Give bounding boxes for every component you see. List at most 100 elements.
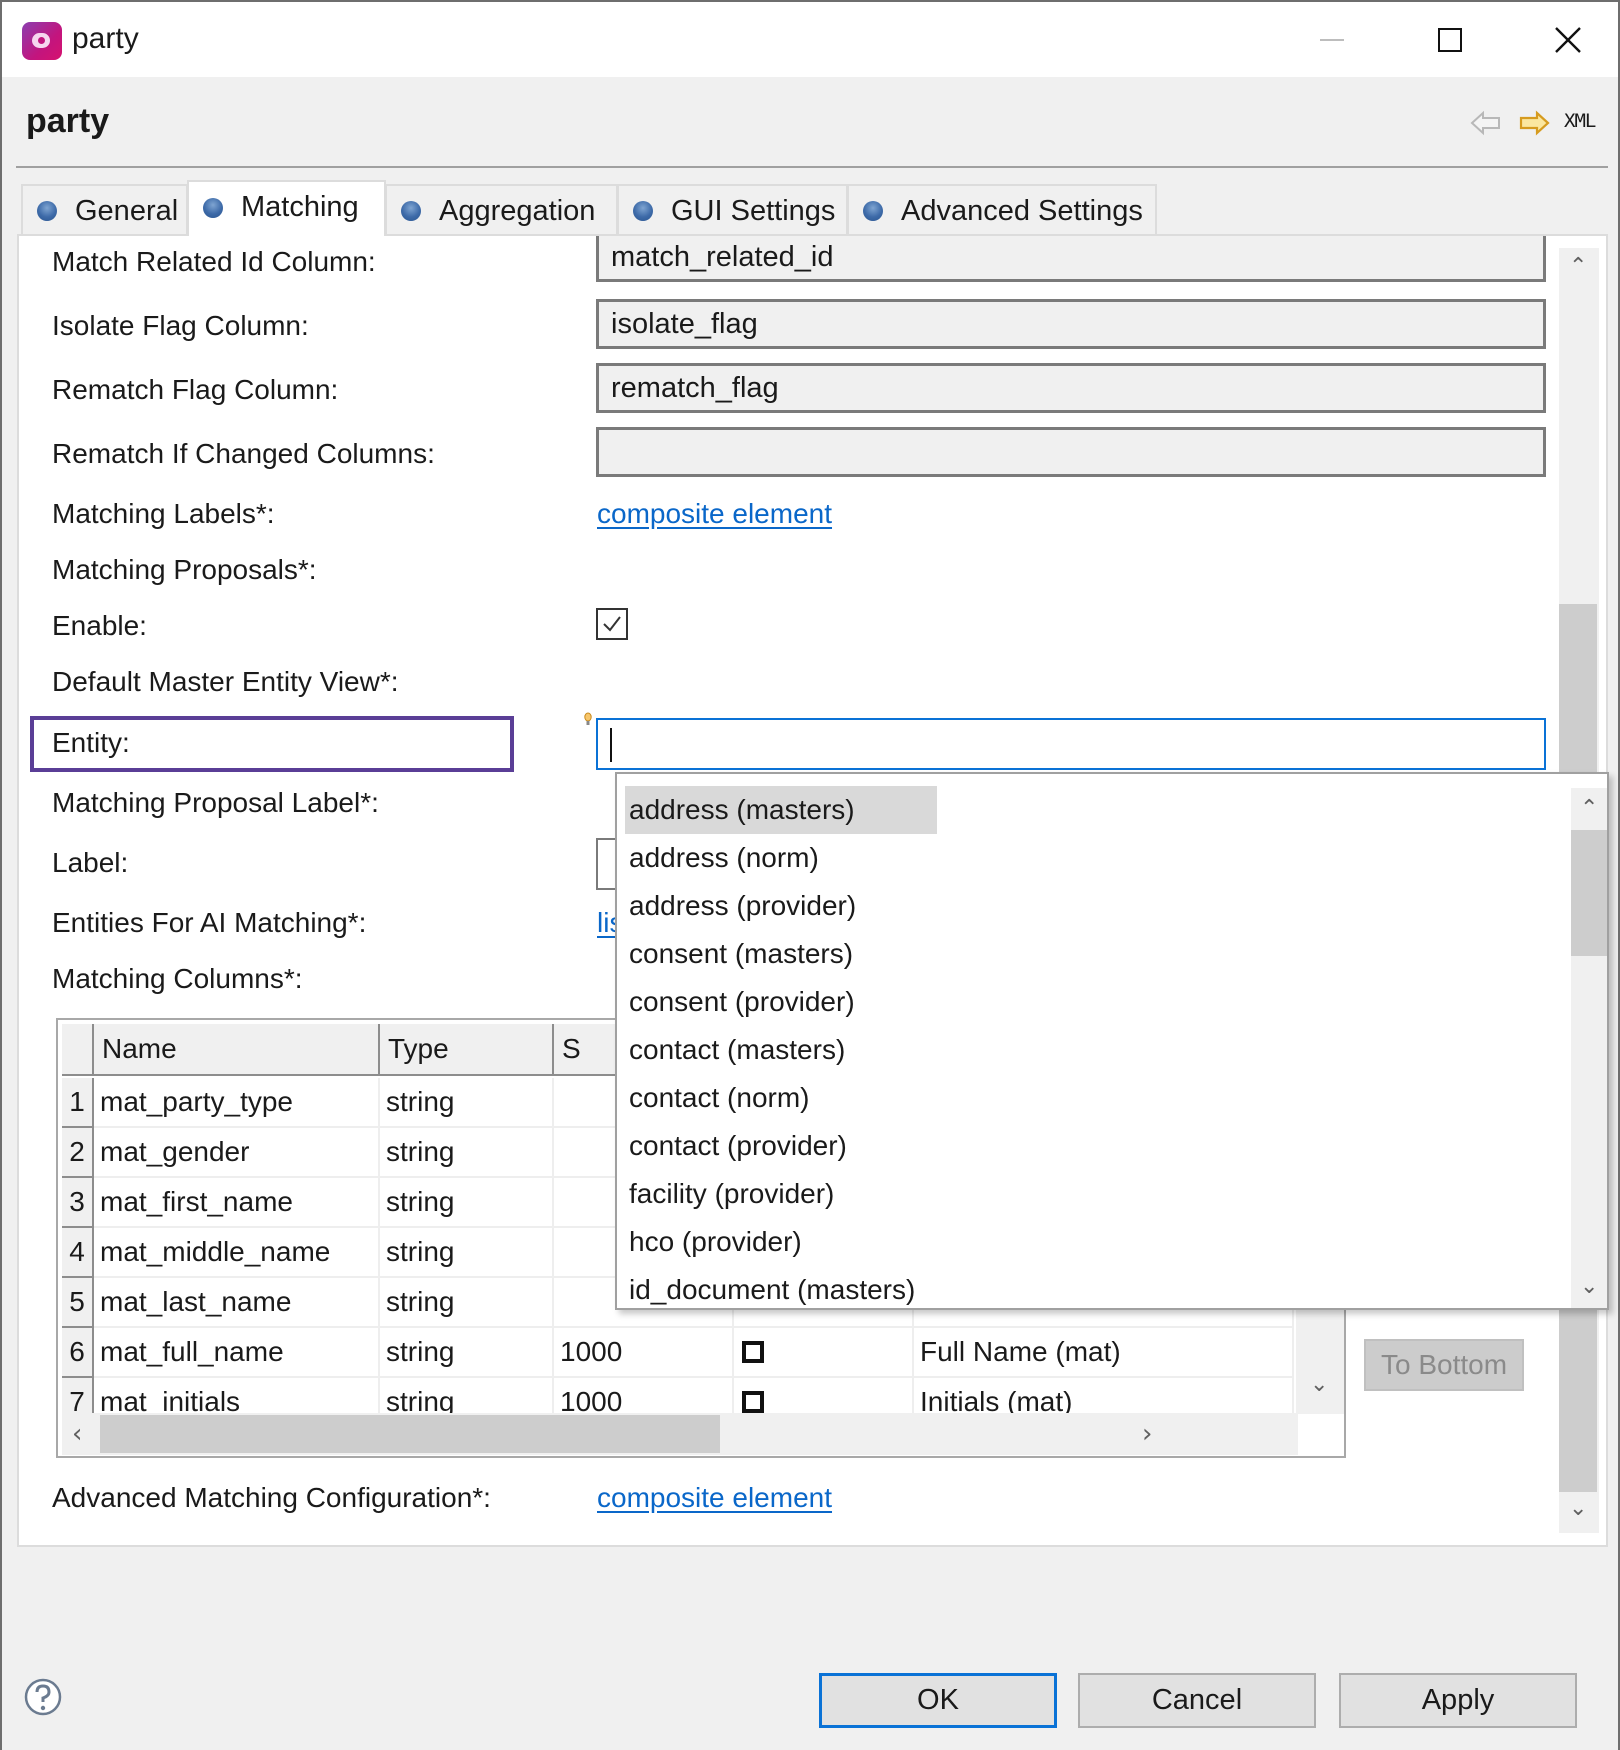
scroll-right-icon[interactable]: › bbox=[1142, 1421, 1152, 1447]
cell-type[interactable]: string bbox=[380, 1128, 554, 1178]
tab-status-icon bbox=[401, 201, 421, 221]
horizontal-scroll-thumb[interactable] bbox=[100, 1415, 720, 1453]
cell-type[interactable]: string bbox=[380, 1228, 554, 1278]
dropdown-option[interactable]: address (masters) bbox=[625, 786, 937, 834]
apply-button[interactable]: Apply bbox=[1339, 1673, 1577, 1728]
maximize-icon bbox=[1438, 28, 1462, 52]
tab-label: GUI Settings bbox=[671, 194, 836, 227]
tab-status-icon bbox=[37, 201, 57, 221]
cell-type[interactable]: string bbox=[380, 1328, 554, 1378]
checkmark-icon bbox=[603, 616, 621, 632]
scroll-down-icon[interactable]: ⌄ bbox=[1310, 1374, 1328, 1396]
rematch-if-changed-label: Rematch If Changed Columns: bbox=[52, 438, 435, 469]
label-label: Label: bbox=[52, 847, 129, 878]
ok-button[interactable]: OK bbox=[819, 1673, 1057, 1728]
scroll-left-icon[interactable]: ‹ bbox=[72, 1421, 82, 1447]
matching-proposals-label: Matching Proposals*: bbox=[52, 554, 317, 585]
scroll-down-icon[interactable]: ⌄ bbox=[1580, 1276, 1598, 1298]
dialog-window: party party XML General Matching Aggrega… bbox=[0, 0, 1620, 1750]
cell-type[interactable]: string bbox=[380, 1078, 554, 1128]
nav-forward-button[interactable] bbox=[1518, 110, 1550, 136]
cancel-button[interactable]: Cancel bbox=[1078, 1673, 1316, 1728]
cell-type[interactable]: string bbox=[380, 1278, 554, 1328]
arrow-left-icon bbox=[1470, 110, 1500, 136]
cell-type[interactable]: string bbox=[380, 1178, 554, 1228]
minimize-icon bbox=[1320, 39, 1344, 41]
xml-view-button[interactable]: XML bbox=[1564, 110, 1596, 132]
cell-type[interactable]: string bbox=[380, 1378, 554, 1413]
rematch-if-changed-field[interactable] bbox=[596, 427, 1546, 477]
matching-labels-link[interactable]: composite element bbox=[597, 498, 832, 530]
entity-label: Entity: bbox=[52, 727, 130, 758]
cell-size[interactable]: 1000 bbox=[554, 1328, 734, 1378]
tab-aggregation[interactable]: Aggregation bbox=[385, 184, 618, 236]
tab-label: Aggregation bbox=[439, 194, 596, 227]
advanced-matching-config-label: Advanced Matching Configuration*: bbox=[52, 1482, 491, 1513]
cell-label[interactable]: Initials (mat) bbox=[914, 1378, 1294, 1413]
row-checkbox[interactable] bbox=[742, 1341, 764, 1363]
table-horizontal-scrollbar[interactable]: ‹ › bbox=[62, 1413, 1298, 1455]
close-button[interactable] bbox=[1538, 16, 1598, 64]
tab-label: General bbox=[75, 194, 179, 227]
scroll-up-icon[interactable]: ⌃ bbox=[1569, 256, 1587, 278]
maximize-button[interactable] bbox=[1420, 16, 1480, 64]
tab-gui-settings[interactable]: GUI Settings bbox=[617, 184, 848, 236]
dropdown-vertical-scrollbar[interactable]: ⌃ ⌄ bbox=[1571, 788, 1607, 1308]
scroll-down-icon[interactable]: ⌄ bbox=[1569, 1498, 1587, 1520]
isolate-flag-label: Isolate Flag Column: bbox=[52, 310, 309, 341]
text-caret bbox=[610, 728, 612, 762]
dropdown-scroll-thumb[interactable] bbox=[1571, 830, 1607, 956]
matching-columns-label: Matching Columns*: bbox=[52, 963, 303, 994]
cell-name[interactable]: mat_full_name bbox=[94, 1328, 380, 1378]
match-related-id-field[interactable]: match_related_id bbox=[596, 236, 1546, 282]
match-related-id-label: Match Related Id Column: bbox=[52, 246, 376, 277]
header-separator bbox=[16, 166, 1608, 168]
column-header-type[interactable]: Type bbox=[380, 1024, 554, 1076]
entity-input[interactable] bbox=[596, 718, 1546, 770]
tab-advanced-settings[interactable]: Advanced Settings bbox=[847, 184, 1157, 236]
row-number-header bbox=[62, 1024, 94, 1076]
dropdown-option[interactable]: address (norm) bbox=[625, 834, 819, 882]
cell-name[interactable]: mat_first_name bbox=[94, 1178, 380, 1228]
cell-name[interactable]: mat_middle_name bbox=[94, 1228, 380, 1278]
cell-name[interactable]: mat_last_name bbox=[94, 1278, 380, 1328]
cell-flag bbox=[734, 1328, 914, 1378]
cell-name[interactable]: mat_party_type bbox=[94, 1078, 380, 1128]
window-title: party bbox=[72, 22, 139, 55]
nav-back-button[interactable] bbox=[1470, 110, 1502, 136]
dropdown-option[interactable]: consent (provider) bbox=[625, 978, 855, 1026]
app-logo-icon bbox=[22, 22, 62, 60]
tab-general[interactable]: General bbox=[21, 184, 188, 236]
dropdown-option[interactable]: id_document (masters) bbox=[625, 1266, 915, 1308]
to-bottom-button[interactable]: To Bottom bbox=[1364, 1339, 1524, 1391]
tab-matching[interactable]: Matching bbox=[187, 180, 386, 236]
isolate-flag-field[interactable]: isolate_flag bbox=[596, 299, 1546, 349]
cell-label[interactable]: Full Name (mat) bbox=[914, 1328, 1294, 1378]
tab-status-icon bbox=[203, 198, 223, 218]
rematch-flag-label: Rematch Flag Column: bbox=[52, 374, 339, 405]
rematch-flag-field[interactable]: rematch_flag bbox=[596, 363, 1546, 413]
dropdown-option[interactable]: address (provider) bbox=[625, 882, 856, 930]
dropdown-option[interactable]: hco (provider) bbox=[625, 1218, 802, 1266]
row-number: 6 bbox=[62, 1328, 94, 1378]
dropdown-option[interactable]: consent (masters) bbox=[625, 930, 853, 978]
cell-name[interactable]: mat_gender bbox=[94, 1128, 380, 1178]
dropdown-option[interactable]: facility (provider) bbox=[625, 1170, 834, 1218]
cell-name[interactable]: mat_initials bbox=[94, 1378, 380, 1413]
row-checkbox[interactable] bbox=[742, 1391, 764, 1413]
cell-flag bbox=[734, 1378, 914, 1413]
dropdown-option[interactable]: contact (masters) bbox=[625, 1026, 845, 1074]
cell-size[interactable]: 1000 bbox=[554, 1378, 734, 1413]
minimize-button[interactable] bbox=[1302, 16, 1362, 64]
help-icon[interactable] bbox=[24, 1677, 62, 1717]
advanced-matching-config-link[interactable]: composite element bbox=[597, 1482, 832, 1514]
scroll-up-icon[interactable]: ⌃ bbox=[1580, 798, 1598, 820]
dropdown-option[interactable]: contact (provider) bbox=[625, 1122, 847, 1170]
enable-checkbox[interactable] bbox=[596, 608, 628, 640]
tab-label: Advanced Settings bbox=[901, 194, 1143, 227]
column-header-name[interactable]: Name bbox=[94, 1024, 380, 1076]
row-number: 2 bbox=[62, 1128, 94, 1178]
dropdown-option[interactable]: contact (norm) bbox=[625, 1074, 810, 1122]
tab-label: Matching bbox=[241, 191, 359, 223]
entity-autocomplete-dropdown[interactable]: address (masters) address (norm) address (… bbox=[615, 772, 1609, 1310]
